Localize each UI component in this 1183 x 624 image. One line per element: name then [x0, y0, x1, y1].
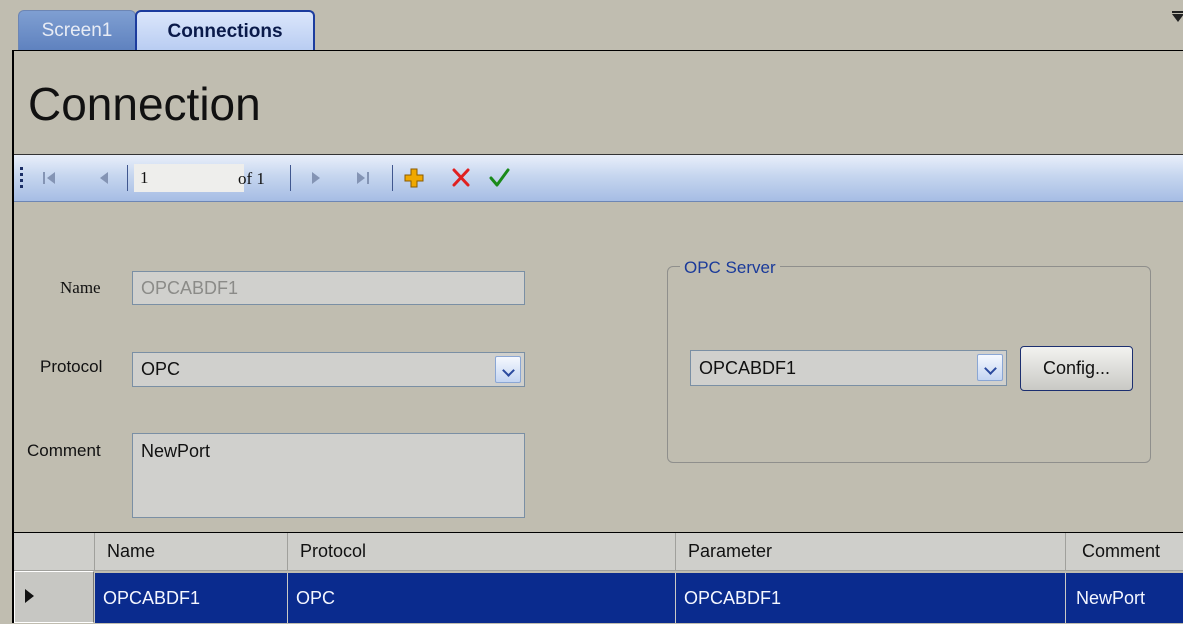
add-new-icon[interactable]	[402, 165, 426, 191]
table-cell-protocol[interactable]: OPC	[287, 573, 675, 623]
column-header-protocol[interactable]: Protocol	[287, 533, 675, 570]
name-field[interactable]: OPCABDF1	[132, 271, 525, 305]
table-cell-name[interactable]: OPCABDF1	[94, 573, 287, 623]
toolbar-separator	[127, 165, 128, 191]
page-title: Connection	[28, 78, 261, 130]
protocol-select-value: OPC	[141, 359, 181, 379]
binding-navigator: of 1	[14, 155, 1183, 202]
position-input[interactable]	[134, 164, 244, 192]
chevron-down-icon[interactable]	[495, 356, 521, 383]
column-header-parameter[interactable]: Parameter	[675, 533, 1065, 570]
tab-overflow-icon[interactable]	[1172, 11, 1183, 22]
config-button[interactable]: Config...	[1020, 346, 1133, 391]
table-cell-parameter[interactable]: OPCABDF1	[675, 573, 1065, 623]
protocol-label: Protocol	[40, 357, 103, 376]
move-next-icon[interactable]	[303, 165, 327, 191]
comment-label: Comment	[27, 441, 101, 460]
column-header-comment[interactable]: Comment	[1065, 533, 1183, 570]
move-last-icon[interactable]	[351, 165, 375, 191]
column-header-name[interactable]: Name	[94, 533, 287, 570]
toolbar-grip-icon[interactable]	[20, 167, 23, 189]
toolbar-separator	[290, 165, 291, 191]
opc-server-legend: OPC Server	[680, 257, 780, 279]
opc-server-select[interactable]: OPCABDF1	[690, 350, 1007, 386]
save-icon[interactable]	[487, 165, 511, 191]
toolbar-separator	[392, 165, 393, 191]
name-label: Name	[60, 278, 101, 297]
opc-server-select-value: OPCABDF1	[699, 358, 797, 378]
tab-connections[interactable]: Connections	[135, 10, 315, 50]
move-first-icon[interactable]	[38, 165, 62, 191]
count-label: of 1	[238, 169, 265, 188]
comment-field[interactable]: NewPort	[132, 433, 525, 518]
chevron-down-icon[interactable]	[977, 354, 1003, 381]
move-previous-icon[interactable]	[93, 165, 117, 191]
protocol-select[interactable]: OPC	[132, 352, 525, 387]
row-pointer-icon	[25, 589, 34, 603]
tab-screen1[interactable]: Screen1	[18, 10, 136, 50]
delete-icon[interactable]	[449, 165, 473, 191]
table-cell-comment[interactable]: NewPort	[1065, 573, 1183, 623]
